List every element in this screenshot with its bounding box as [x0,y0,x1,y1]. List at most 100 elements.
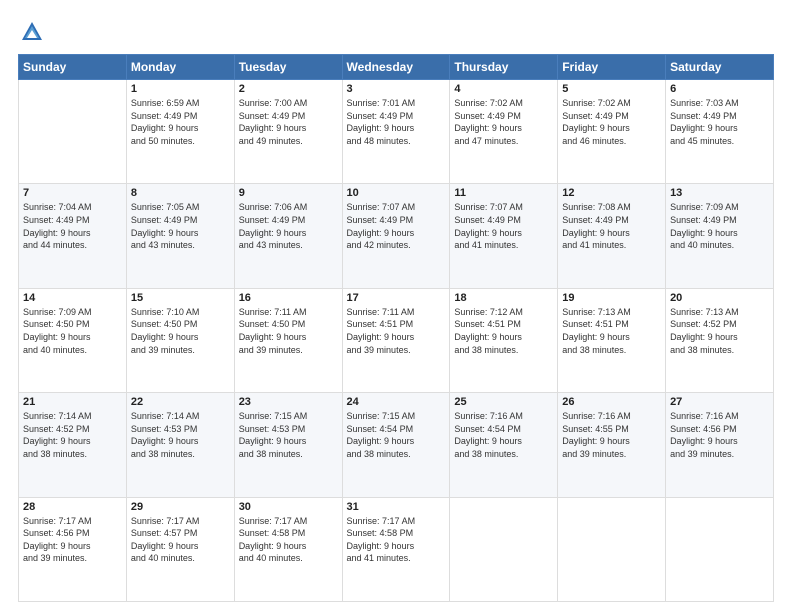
weekday-header-row: SundayMondayTuesdayWednesdayThursdayFrid… [19,55,774,80]
header [18,18,774,46]
calendar-cell: 27 Sunrise: 7:16 AM Sunset: 4:56 PM Dayli… [666,393,774,497]
day-number: 25 [454,396,553,408]
day-number: 17 [347,292,446,304]
cell-info: Sunrise: 7:17 AM Sunset: 4:56 PM Dayligh… [23,515,122,565]
day-number: 10 [347,187,446,199]
day-number: 9 [239,187,338,199]
cell-info: Sunrise: 7:17 AM Sunset: 4:58 PM Dayligh… [239,515,338,565]
calendar-cell: 2 Sunrise: 7:00 AM Sunset: 4:49 PM Daylig… [234,80,342,184]
day-number: 2 [239,83,338,95]
cell-info: Sunrise: 7:01 AM Sunset: 4:49 PM Dayligh… [347,97,446,147]
calendar-cell: 30 Sunrise: 7:17 AM Sunset: 4:58 PM Dayli… [234,497,342,601]
cell-info: Sunrise: 7:15 AM Sunset: 4:53 PM Dayligh… [239,410,338,460]
day-number: 12 [562,187,661,199]
weekday-header-monday: Monday [126,55,234,80]
calendar-cell: 18 Sunrise: 7:12 AM Sunset: 4:51 PM Dayli… [450,288,558,392]
cell-info: Sunrise: 7:11 AM Sunset: 4:51 PM Dayligh… [347,306,446,356]
day-number: 23 [239,396,338,408]
calendar-cell: 9 Sunrise: 7:06 AM Sunset: 4:49 PM Daylig… [234,184,342,288]
cell-info: Sunrise: 7:00 AM Sunset: 4:49 PM Dayligh… [239,97,338,147]
cell-info: Sunrise: 7:06 AM Sunset: 4:49 PM Dayligh… [239,201,338,251]
day-number: 11 [454,187,553,199]
calendar-cell: 15 Sunrise: 7:10 AM Sunset: 4:50 PM Dayli… [126,288,234,392]
calendar-cell: 19Sunrise: 7:13 AM Sunset: 4:51 PM Dayli… [558,288,666,392]
day-number: 22 [131,396,230,408]
week-row-0: 1Sunrise: 6:59 AM Sunset: 4:49 PM Daylig… [19,80,774,184]
day-number: 26 [562,396,661,408]
day-number: 1 [131,83,230,95]
day-number: 6 [670,83,769,95]
calendar-table: SundayMondayTuesdayWednesdayThursdayFrid… [18,54,774,602]
calendar-cell [666,497,774,601]
day-number: 8 [131,187,230,199]
weekday-header-friday: Friday [558,55,666,80]
cell-info: Sunrise: 7:02 AM Sunset: 4:49 PM Dayligh… [562,97,661,147]
cell-info: Sunrise: 7:12 AM Sunset: 4:51 PM Dayligh… [454,306,553,356]
calendar-cell: 4Sunrise: 7:02 AM Sunset: 4:49 PM Daylig… [450,80,558,184]
weekday-header-wednesday: Wednesday [342,55,450,80]
weekday-header-saturday: Saturday [666,55,774,80]
day-number: 19 [562,292,661,304]
day-number: 13 [670,187,769,199]
day-number: 30 [239,501,338,513]
calendar-cell: 14 Sunrise: 7:09 AM Sunset: 4:50 PM Dayli… [19,288,127,392]
day-number: 16 [239,292,338,304]
day-number: 3 [347,83,446,95]
cell-info: Sunrise: 7:16 AM Sunset: 4:54 PM Dayligh… [454,410,553,460]
calendar-cell: 23 Sunrise: 7:15 AM Sunset: 4:53 PM Dayli… [234,393,342,497]
week-row-1: 7 Sunrise: 7:04 AM Sunset: 4:49 PM Daylig… [19,184,774,288]
calendar-cell: 7 Sunrise: 7:04 AM Sunset: 4:49 PM Daylig… [19,184,127,288]
calendar-cell: 21Sunrise: 7:14 AM Sunset: 4:52 PM Dayli… [19,393,127,497]
cell-info: Sunrise: 7:09 AM Sunset: 4:50 PM Dayligh… [23,306,122,356]
logo [18,18,50,46]
week-row-2: 14 Sunrise: 7:09 AM Sunset: 4:50 PM Dayli… [19,288,774,392]
day-number: 31 [347,501,446,513]
page: SundayMondayTuesdayWednesdayThursdayFrid… [0,0,792,612]
day-number: 29 [131,501,230,513]
cell-info: Sunrise: 7:08 AM Sunset: 4:49 PM Dayligh… [562,201,661,251]
cell-info: Sunrise: 7:16 AM Sunset: 4:56 PM Dayligh… [670,410,769,460]
cell-info: Sunrise: 7:15 AM Sunset: 4:54 PM Dayligh… [347,410,446,460]
cell-info: Sunrise: 7:07 AM Sunset: 4:49 PM Dayligh… [347,201,446,251]
cell-info: Sunrise: 7:13 AM Sunset: 4:52 PM Dayligh… [670,306,769,356]
cell-info: Sunrise: 7:05 AM Sunset: 4:49 PM Dayligh… [131,201,230,251]
calendar-cell: 10 Sunrise: 7:07 AM Sunset: 4:49 PM Dayli… [342,184,450,288]
calendar-cell: 1Sunrise: 6:59 AM Sunset: 4:49 PM Daylig… [126,80,234,184]
day-number: 21 [23,396,122,408]
cell-info: Sunrise: 7:03 AM Sunset: 4:49 PM Dayligh… [670,97,769,147]
day-number: 15 [131,292,230,304]
cell-info: Sunrise: 7:09 AM Sunset: 4:49 PM Dayligh… [670,201,769,251]
day-number: 5 [562,83,661,95]
day-number: 14 [23,292,122,304]
cell-info: Sunrise: 7:10 AM Sunset: 4:50 PM Dayligh… [131,306,230,356]
day-number: 24 [347,396,446,408]
cell-info: Sunrise: 7:11 AM Sunset: 4:50 PM Dayligh… [239,306,338,356]
day-number: 18 [454,292,553,304]
weekday-header-sunday: Sunday [19,55,127,80]
calendar-cell: 11 Sunrise: 7:07 AM Sunset: 4:49 PM Dayli… [450,184,558,288]
calendar-cell [19,80,127,184]
day-number: 20 [670,292,769,304]
calendar-cell: 13 Sunrise: 7:09 AM Sunset: 4:49 PM Dayli… [666,184,774,288]
day-number: 7 [23,187,122,199]
cell-info: Sunrise: 7:04 AM Sunset: 4:49 PM Dayligh… [23,201,122,251]
calendar-cell: 25 Sunrise: 7:16 AM Sunset: 4:54 PM Dayli… [450,393,558,497]
cell-info: Sunrise: 7:14 AM Sunset: 4:53 PM Dayligh… [131,410,230,460]
week-row-4: 28Sunrise: 7:17 AM Sunset: 4:56 PM Dayli… [19,497,774,601]
calendar-cell [558,497,666,601]
calendar-cell: 16 Sunrise: 7:11 AM Sunset: 4:50 PM Dayli… [234,288,342,392]
week-row-3: 21Sunrise: 7:14 AM Sunset: 4:52 PM Dayli… [19,393,774,497]
day-number: 27 [670,396,769,408]
cell-info: Sunrise: 7:17 AM Sunset: 4:57 PM Dayligh… [131,515,230,565]
calendar-cell: 17 Sunrise: 7:11 AM Sunset: 4:51 PM Dayli… [342,288,450,392]
cell-info: Sunrise: 7:17 AM Sunset: 4:58 PM Dayligh… [347,515,446,565]
calendar-cell: 29 Sunrise: 7:17 AM Sunset: 4:57 PM Dayli… [126,497,234,601]
weekday-header-tuesday: Tuesday [234,55,342,80]
logo-icon [18,18,46,46]
calendar-cell: 3 Sunrise: 7:01 AM Sunset: 4:49 PM Daylig… [342,80,450,184]
calendar-cell: 8 Sunrise: 7:05 AM Sunset: 4:49 PM Daylig… [126,184,234,288]
cell-info: Sunrise: 7:07 AM Sunset: 4:49 PM Dayligh… [454,201,553,251]
day-number: 4 [454,83,553,95]
calendar-cell: 24 Sunrise: 7:15 AM Sunset: 4:54 PM Dayli… [342,393,450,497]
calendar-cell [450,497,558,601]
